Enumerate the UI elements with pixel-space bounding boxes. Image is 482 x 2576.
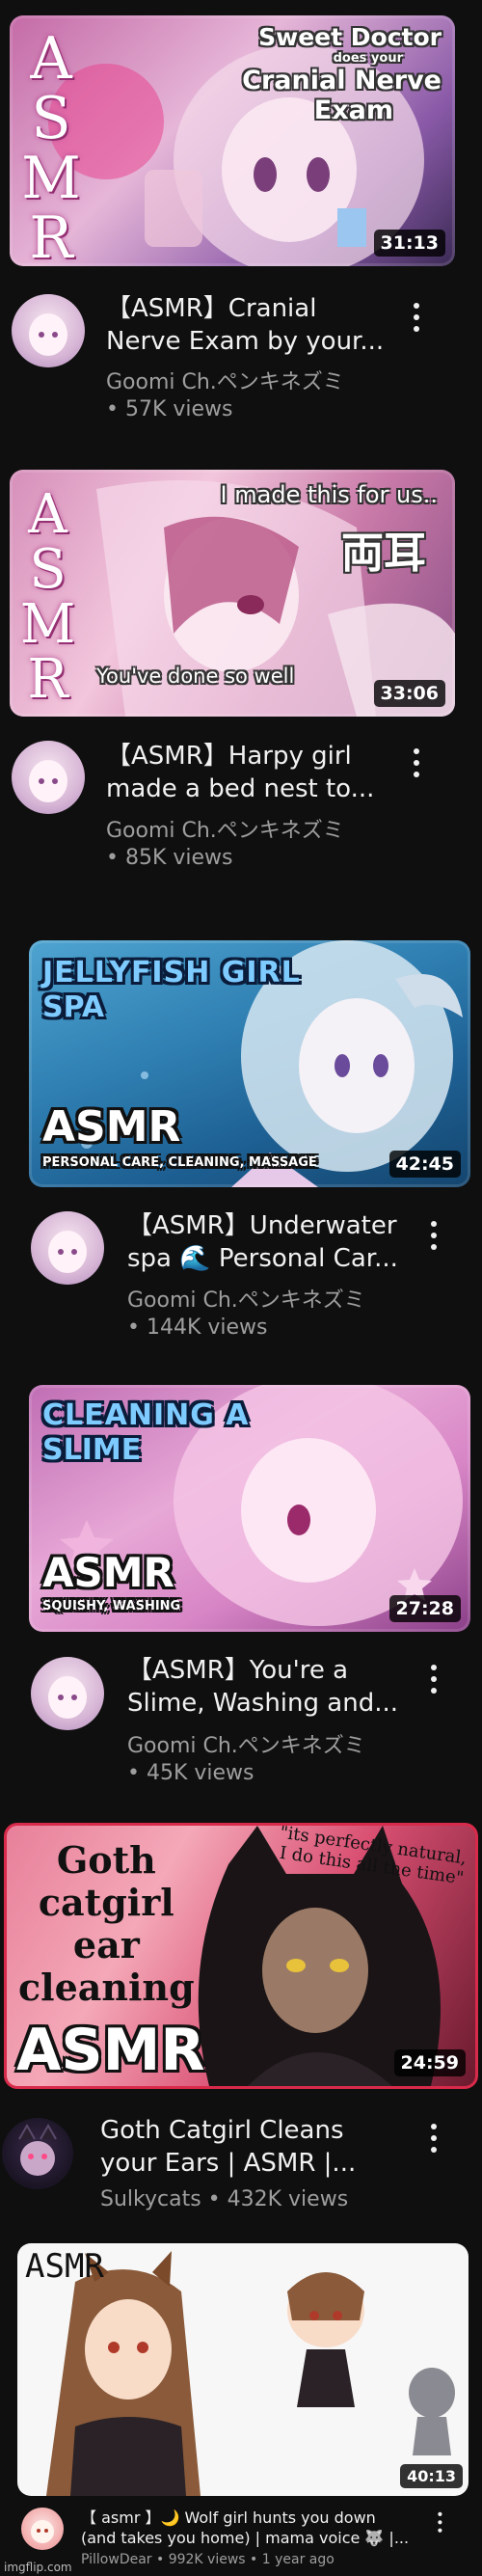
avatar-art <box>31 2520 54 2543</box>
video-card[interactable]: ASMR 40:13 【 asmr 】🌙 Wolf girl hunts you… <box>0 0 482 2576</box>
channel-avatar[interactable] <box>21 2508 64 2550</box>
more-options-icon[interactable] <box>432 2509 448 2536</box>
watermark: imgflip.com <box>4 2561 72 2574</box>
footer: imgflip.com <box>0 2555 482 2576</box>
video-title[interactable]: 【 asmr 】🌙 Wolf girl hunts you down (and … <box>81 2508 418 2548</box>
video-duration: 40:13 <box>400 2464 463 2488</box>
thumbnail-asmr-text: ASMR <box>25 2247 104 2286</box>
video-thumbnail[interactable]: ASMR 40:13 <box>17 2243 469 2496</box>
